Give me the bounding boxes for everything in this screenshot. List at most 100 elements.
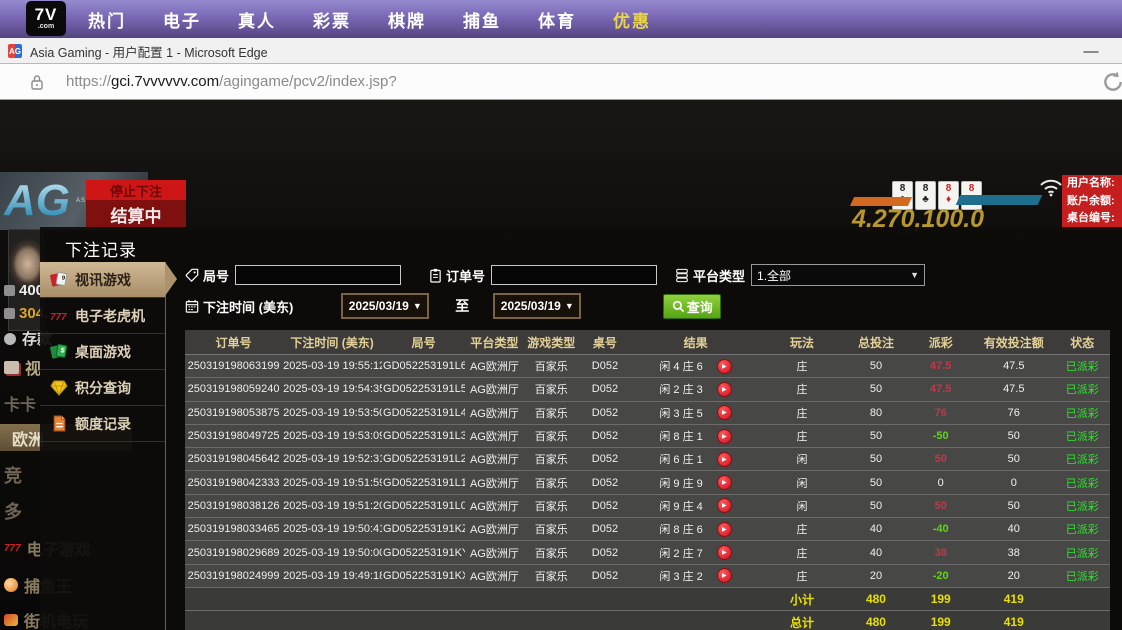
column-header: 订单号 [185,330,282,355]
cell: 250319198042333 [185,471,282,494]
payout: -40 [908,518,973,541]
status-badge: 已派彩 [1054,355,1110,378]
empty-cell [465,587,523,610]
empty-cell [631,611,761,630]
result-cell: 闲 2 庄 3 ▶ [631,378,761,401]
play-type: 庄 [760,541,843,564]
play-type: 闲 [760,448,843,471]
nav-item-7[interactable]: 体育 [538,7,576,32]
result-text: 闲 6 庄 1 [659,451,702,467]
empty-cell [1054,611,1110,630]
sidebar-item-2[interactable]: 777电子老虎机 [40,298,165,334]
bet-records-table: 订单号下注时间 (美东)局号平台类型游戏类型桌号结果玩法总投注派彩有效投注额状态… [185,330,1110,630]
replay-play-icon[interactable]: ▶ [717,545,732,560]
nav-item-5[interactable]: 棋牌 [388,7,426,32]
nav-item-1[interactable]: 热门 [88,7,126,32]
browser-titlebar: AG Asia Gaming - 用户配置 1 - Microsoft Edge… [0,38,1122,64]
result-text: 闲 8 庄 6 [659,521,702,537]
cell: D052 [579,541,631,564]
replay-play-icon[interactable]: ▶ [717,452,732,467]
table-row: 2503191980538752025-03-19 19:53:50GD0522… [185,401,1110,424]
info-table-label: 桌台编号: [1067,210,1122,228]
result-text: 闲 2 庄 3 [659,381,702,397]
cell: 250319198059240 [185,378,282,401]
replay-play-icon[interactable]: ▶ [717,359,732,374]
valid-bet: 50 [973,494,1054,517]
cell: 百家乐 [524,518,580,541]
table-row: 2503191980497252025-03-19 19:53:09GD0522… [185,424,1110,447]
result-cell: 闲 4 庄 6▶ [631,355,761,378]
result-cell: 闲 2 庄 7▶ [631,541,761,564]
result-text: 闲 3 庄 2 [659,568,702,584]
empty-cell [524,611,580,630]
round-label: 局号 [185,266,229,285]
sidebar-item-1[interactable]: 9视讯游戏 [40,262,165,298]
nav-item-4[interactable]: 彩票 [313,7,351,32]
replay-play-icon[interactable]: ▶ [717,405,732,420]
platform-select[interactable]: 1.全部 ▼ [751,264,925,286]
cell: GD052253191L1 [382,471,465,494]
cell: 250319198045642 [185,448,282,471]
sidebar-item-3[interactable]: $桌面游戏 [40,334,165,370]
date-to-picker[interactable]: 2025/03/19▼ [493,293,581,319]
cell: AG欧洲厅 [465,494,523,517]
total-row-label: 总计 [760,611,843,630]
user-info-panel: 用户名称: 账户余额: 桌台编号: [1062,175,1122,230]
order-input[interactable] [491,265,657,285]
sidebar-item-4[interactable]: 积分查询 [40,370,165,406]
valid-bet: 40 [973,518,1054,541]
payout: 0 [908,471,973,494]
cell: 百家乐 [524,541,580,564]
payout: 76 [908,401,973,424]
cell: 2025-03-19 19:52:31 [282,448,382,471]
column-header: 平台类型 [465,330,523,355]
replay-play-icon[interactable]: ▶ [717,429,732,444]
platform-select-value: 1.全部 [757,267,791,284]
replay-play-icon[interactable]: ▶ [717,498,732,513]
cell: GD052253191KZ [382,518,465,541]
cell: 250319198033465 [185,518,282,541]
sidebar-item-5[interactable]: 额度记录 [40,406,165,442]
address-url[interactable]: https://gci.7vvvvvv.com/agingame/pcv2/in… [66,73,397,90]
platform-label: 平台类型 [675,266,745,285]
url-prefix: https:// [66,73,111,90]
empty-cell [524,587,580,610]
nav-item-3[interactable]: 真人 [238,7,276,32]
payout: 38 [908,541,973,564]
window-title: Asia Gaming - 用户配置 1 - Microsoft Edge [30,42,268,61]
minimize-button[interactable]: — [1078,38,1104,64]
site-logo[interactable]: 7V .com [26,1,66,36]
total-bet: 50 [844,378,909,401]
cell: 250319198029689 [185,541,282,564]
settling-banner: 结算中 [86,200,186,228]
nav-item-6[interactable]: 捕鱼 [463,7,501,32]
round-input[interactable] [235,265,401,285]
status-badge: 已派彩 [1054,541,1110,564]
cell: 百家乐 [524,378,580,401]
refresh-icon[interactable] [1100,69,1122,100]
search-button[interactable]: 查询 [663,294,721,319]
table-row: 2503191980334652025-03-19 19:50:41GD0522… [185,518,1110,541]
replay-play-icon[interactable]: ▶ [717,522,732,537]
bg-menu-kaka: 卡卡 [4,391,36,415]
empty-cell [465,611,523,630]
site-navbar: 7V .com 热门 电子 真人 彩票 棋牌 捕鱼 体育 优惠 [0,0,1122,38]
column-header: 下注时间 (美东) [282,330,382,355]
nav-item-8[interactable]: 优惠 [613,7,651,32]
valid-bet: 38 [973,541,1054,564]
total-bet: 50 [844,355,909,378]
table-header-row: 订单号下注时间 (美东)局号平台类型游戏类型桌号结果玩法总投注派彩有效投注额状态 [185,330,1110,355]
date-from-picker[interactable]: 2025/03/19▼ [341,293,429,319]
nav-item-2[interactable]: 电子 [163,7,201,32]
bg-menu-duo: 多 [4,498,22,524]
replay-play-icon[interactable]: ▶ [717,475,732,490]
replay-play-icon[interactable]: ▶ [717,382,732,397]
browser-urlbar[interactable]: https://gci.7vvvvvv.com/agingame/pcv2/in… [0,64,1122,100]
cell: GD052253191L2 [382,448,465,471]
replay-play-icon[interactable]: ▶ [717,568,732,583]
result-value: 闲 6 庄 1 ▶ [632,451,760,467]
result-cell: 闲 9 庄 4▶ [631,494,761,517]
valid-bet: 0 [973,471,1054,494]
screen: 7V .com 热门 电子 真人 彩票 棋牌 捕鱼 体育 优惠 AG Asia Gaming … [0,0,1122,630]
status-badge: 已派彩 [1054,448,1110,471]
